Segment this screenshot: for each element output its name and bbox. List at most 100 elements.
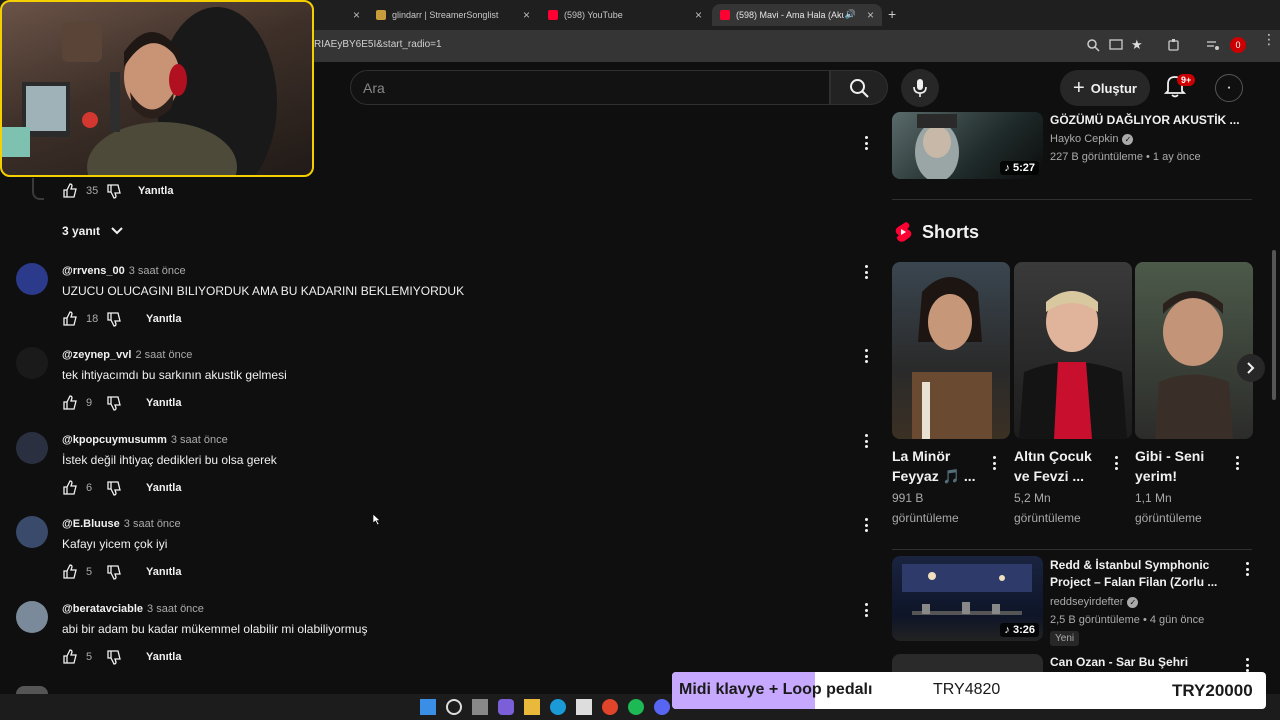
new-tab-plus-icon[interactable]: + — [888, 6, 896, 22]
comment-more-button[interactable] — [860, 516, 872, 534]
comment-username[interactable]: @kpopcuymusumm — [62, 434, 167, 446]
tab-close-icon[interactable]: × — [523, 8, 530, 22]
like-icon[interactable] — [62, 564, 78, 580]
windows-start-icon[interactable] — [420, 699, 436, 715]
tab-hidden-left[interactable]: × — [340, 4, 366, 26]
browser-menu-icon[interactable]: ⋮ — [1262, 32, 1276, 46]
short-more-button[interactable] — [988, 454, 1000, 472]
short-title[interactable]: Altın Çocuk ve Fevzi ... — [1014, 446, 1092, 486]
voice-search-button[interactable] — [901, 69, 939, 107]
comment-username[interactable]: @E.Bluuse — [62, 518, 120, 530]
short-thumbnail[interactable] — [1135, 262, 1253, 439]
account-avatar[interactable]: ● — [1215, 74, 1243, 102]
comment-timestamp[interactable]: 3 saat önce — [147, 603, 204, 615]
task-view-icon[interactable] — [472, 699, 488, 715]
comment-timestamp[interactable]: 3 saat önce — [124, 518, 181, 530]
dislike-icon[interactable] — [106, 311, 122, 327]
dislike-icon[interactable] — [106, 480, 122, 496]
commenter-avatar[interactable] — [16, 432, 48, 464]
comment-more-button[interactable] — [860, 134, 872, 152]
video-title[interactable]: Redd & İstanbul Symphonic Project – Fala… — [1050, 557, 1217, 591]
tab-streamersonglist[interactable]: glindarr | StreamerSonglist × — [368, 4, 538, 26]
reply-button[interactable]: Yanıtla — [146, 651, 181, 663]
comment-more-button[interactable] — [860, 263, 872, 281]
reply-button[interactable]: Yanıtla — [146, 482, 181, 494]
youtube-icon — [548, 10, 558, 20]
url-text[interactable]: RIAEyBY6E5I&start_radio=1 — [314, 39, 442, 50]
short-title[interactable]: Gibi - Seni yerim! — [1135, 446, 1204, 486]
like-icon[interactable] — [62, 395, 78, 411]
comment-more-button[interactable] — [860, 347, 872, 365]
commenter-avatar[interactable] — [16, 516, 48, 548]
tab-close-icon[interactable]: × — [867, 8, 874, 22]
tab-mavi-ama-hala[interactable]: (598) Mavi - Ama Hala (Akusti 🔊 × — [712, 4, 882, 26]
short-title[interactable]: La Minör Feyyaz 🎵 ... — [892, 446, 976, 486]
short-thumbnail[interactable] — [1014, 262, 1132, 439]
video-title[interactable]: GÖZÜMÜ DAĞLIYOR AKUSTİK ... — [1050, 112, 1240, 129]
search-button[interactable] — [830, 70, 888, 105]
chevron-down-icon — [111, 227, 123, 235]
cast-icon[interactable] — [1109, 38, 1123, 52]
tab-close-icon[interactable]: × — [695, 8, 702, 22]
commenter-avatar[interactable] — [16, 601, 48, 633]
comment-username[interactable]: @rrvens_00 — [62, 265, 125, 277]
create-button[interactable]: + Oluştur — [1060, 70, 1150, 106]
spotify-icon[interactable] — [628, 699, 644, 715]
short-more-button[interactable] — [1231, 454, 1243, 472]
like-icon[interactable] — [62, 649, 78, 665]
discord-icon[interactable] — [654, 699, 670, 715]
donation-current-amount: TRY4820 — [933, 681, 1001, 698]
dislike-icon[interactable] — [106, 395, 122, 411]
video-channel[interactable]: Hayko Cepkin ✓ — [1050, 131, 1134, 148]
reply-button[interactable]: Yanıtla — [138, 185, 173, 197]
video-title[interactable]: Can Ozan - Sar Bu Şehri — [1050, 654, 1188, 671]
comment-header: @zeynep_vvl 2 saat önce — [62, 349, 192, 361]
short-thumbnail[interactable] — [892, 262, 1010, 439]
file-explorer-icon[interactable] — [524, 699, 540, 715]
extensions-icon[interactable] — [1167, 38, 1181, 52]
scrollbar-thumb[interactable] — [1272, 250, 1276, 400]
media-control-icon[interactable] — [1206, 38, 1220, 52]
comment-username[interactable]: @zeynep_vvl — [62, 349, 131, 361]
profile-badge[interactable]: 0 — [1230, 37, 1246, 53]
like-icon[interactable] — [62, 183, 78, 199]
copilot-icon[interactable] — [498, 699, 514, 715]
video-thumbnail[interactable]: ♪ 5:27 — [892, 112, 1043, 179]
edge-icon[interactable] — [550, 699, 566, 715]
commenter-avatar[interactable] — [16, 263, 48, 295]
search-input[interactable] — [350, 70, 830, 105]
reply-button[interactable]: Yanıtla — [146, 566, 181, 578]
reply-button[interactable]: Yanıtla — [146, 313, 181, 325]
comment-more-button[interactable] — [860, 601, 872, 619]
comment-timestamp[interactable]: 2 saat önce — [135, 349, 192, 361]
dislike-icon[interactable] — [106, 649, 122, 665]
search-icon[interactable] — [446, 699, 462, 715]
dislike-icon[interactable] — [106, 183, 122, 199]
like-icon[interactable] — [62, 480, 78, 496]
commenter-avatar[interactable] — [16, 686, 48, 694]
more-vert-icon — [860, 601, 872, 619]
reply-button[interactable]: Yanıtla — [146, 397, 181, 409]
video-channel[interactable]: reddseyirdefter ✓ — [1050, 594, 1139, 611]
comment-more-button[interactable] — [860, 432, 872, 450]
short-more-button[interactable] — [1110, 454, 1122, 472]
video-meta: 2,5 B görüntüleme • 4 gün önce — [1050, 614, 1205, 626]
shorts-next-button[interactable] — [1237, 354, 1265, 382]
comment-timestamp[interactable]: 3 saat önce — [171, 434, 228, 446]
speaker-icon[interactable]: 🔊 — [845, 9, 856, 20]
like-icon[interactable] — [62, 311, 78, 327]
store-icon[interactable] — [576, 699, 592, 715]
video-more-button[interactable] — [1241, 560, 1253, 578]
comment-username[interactable]: @beratavciable — [62, 603, 143, 615]
comment-timestamp[interactable]: 3 saat önce — [129, 265, 186, 277]
bookmark-star-icon[interactable]: ★ — [1131, 37, 1143, 53]
video-thumbnail[interactable]: ♪ 3:26 — [892, 556, 1043, 641]
commenter-avatar[interactable] — [16, 347, 48, 379]
tab-youtube[interactable]: (598) YouTube × — [540, 4, 710, 26]
tab-close-icon[interactable]: × — [353, 8, 360, 22]
like-count: 6 — [86, 482, 93, 494]
chrome-icon[interactable] — [602, 699, 618, 715]
replies-toggle[interactable]: 3 yanıt — [62, 224, 124, 238]
zoom-icon[interactable] — [1086, 38, 1100, 52]
dislike-icon[interactable] — [106, 564, 122, 580]
